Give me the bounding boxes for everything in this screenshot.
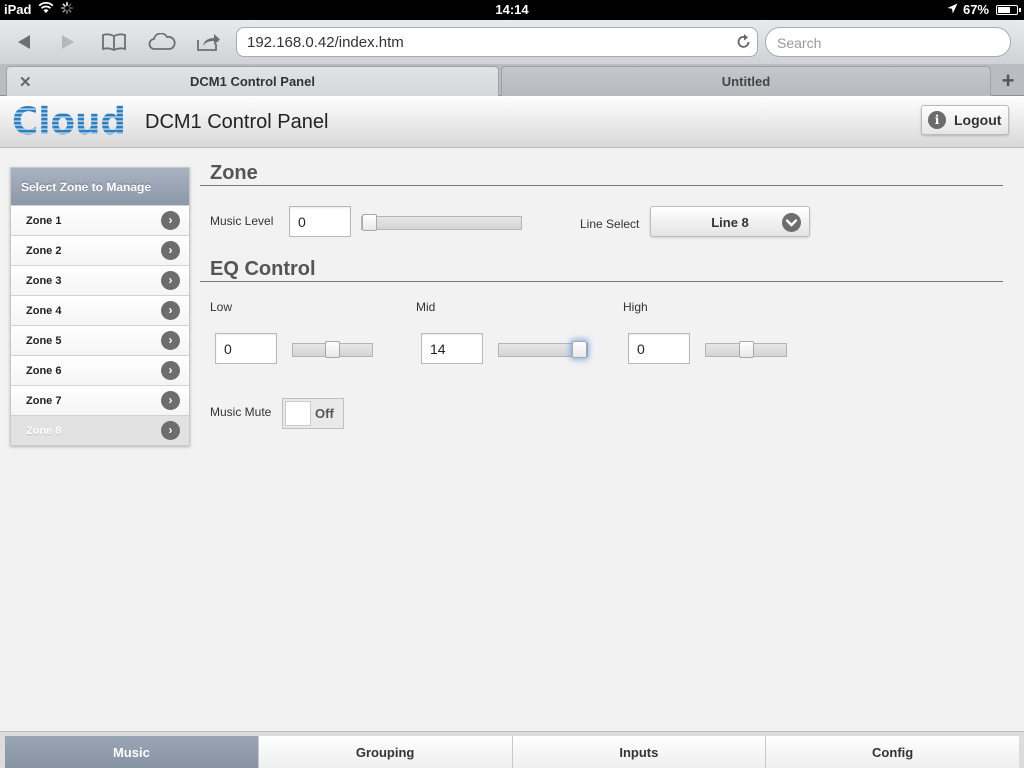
sidebar-item-zone-2[interactable]: Zone 2 › <box>11 235 189 265</box>
eq-low-label: Low <box>210 300 233 314</box>
eq-high-label: High <box>623 300 648 314</box>
tab-title: Untitled <box>721 74 771 89</box>
tab-music[interactable]: Music <box>5 736 258 768</box>
chevron-right-icon: › <box>161 331 180 350</box>
slider-thumb[interactable] <box>572 341 587 358</box>
search-field[interactable]: Search <box>765 27 1011 57</box>
zone-label: Zone 1 <box>26 215 62 227</box>
eq-low-slider[interactable] <box>292 341 373 358</box>
music-level-input[interactable]: 0 <box>289 206 351 237</box>
zone-label: Zone 5 <box>26 335 62 347</box>
zone-label: Zone 4 <box>26 305 62 317</box>
bottom-nav: Music Grouping Inputs Config <box>0 731 1024 768</box>
zone-sidebar: Select Zone to Manage Zone 1 › Zone 2 › Zo… <box>10 167 190 446</box>
music-mute-toggle[interactable]: Off <box>282 398 344 429</box>
zone-section-divider <box>200 185 1003 186</box>
share-icon[interactable] <box>193 26 225 58</box>
chevron-down-icon <box>782 213 801 232</box>
sidebar-item-zone-1[interactable]: Zone 1 › <box>11 205 189 235</box>
svg-text:Cloud: Cloud <box>12 102 126 142</box>
sidebar-item-zone-3[interactable]: Zone 3 › <box>11 265 189 295</box>
back-arrow-icon[interactable] <box>8 26 40 58</box>
eq-mid-input[interactable]: 14 <box>421 333 483 364</box>
search-placeholder: Search <box>777 35 822 51</box>
app-header: Cloud DCM1 Control Panel i Logout <box>0 96 1024 148</box>
bookmarks-book-icon[interactable] <box>98 26 130 58</box>
chevron-right-icon: › <box>161 391 180 410</box>
eq-section-divider <box>200 281 1003 282</box>
line-select-dropdown[interactable]: Line 8 <box>650 206 810 237</box>
forward-arrow-icon[interactable] <box>52 26 84 58</box>
zone-section-title: Zone <box>210 162 258 184</box>
battery-icon <box>996 4 1021 15</box>
chevron-right-icon: › <box>161 361 180 380</box>
zone-label: Zone 7 <box>26 395 62 407</box>
toggle-state: Off <box>315 406 334 421</box>
zone-label: Zone 8 <box>26 425 62 437</box>
location-arrow-icon <box>947 2 958 17</box>
logout-label: Logout <box>954 112 1002 128</box>
slider-thumb[interactable] <box>739 341 754 358</box>
logout-button[interactable]: i Logout <box>921 105 1009 135</box>
battery-percent: 67% <box>962 2 989 17</box>
tab-untitled[interactable]: Untitled <box>501 66 991 96</box>
music-level-label: Music Level <box>210 214 274 228</box>
status-bar: iPad 14:14 67% <box>0 0 1024 20</box>
cloud-logo: Cloud <box>10 100 128 143</box>
slider-thumb[interactable] <box>362 214 377 231</box>
chevron-right-icon: › <box>161 271 180 290</box>
new-tab-plus-icon[interactable]: + <box>994 67 1022 95</box>
line-select-label: Line Select <box>580 217 640 231</box>
chevron-right-icon: › <box>161 301 180 320</box>
eq-section-title: EQ Control <box>210 258 316 280</box>
cloud-tabs-icon[interactable] <box>146 26 178 58</box>
music-level-slider[interactable] <box>361 214 522 231</box>
page-title: DCM1 Control Panel <box>145 111 329 133</box>
sidebar-item-zone-6[interactable]: Zone 6 › <box>11 355 189 385</box>
chevron-right-icon: › <box>161 211 180 230</box>
url-field[interactable]: 192.168.0.42/index.htm <box>236 27 758 57</box>
eq-high-slider[interactable] <box>705 341 787 358</box>
url-text: 192.168.0.42/index.htm <box>247 34 404 51</box>
reload-icon[interactable] <box>737 33 751 53</box>
tab-inputs[interactable]: Inputs <box>511 736 766 768</box>
chevron-right-icon: › <box>161 421 180 440</box>
sidebar-item-zone-8[interactable]: Zone 8 › <box>11 415 189 445</box>
eq-high-input[interactable]: 0 <box>628 333 690 364</box>
music-mute-label: Music Mute <box>210 405 272 419</box>
zone-label: Zone 2 <box>26 245 62 257</box>
info-icon: i <box>928 111 946 129</box>
eq-mid-slider[interactable] <box>498 341 588 358</box>
sidebar-item-zone-4[interactable]: Zone 4 › <box>11 295 189 325</box>
toggle-knob <box>285 401 311 426</box>
tab-config[interactable]: Config <box>765 736 1019 768</box>
eq-mid-label: Mid <box>416 300 436 314</box>
tab-grouping[interactable]: Grouping <box>257 736 512 768</box>
close-tab-icon[interactable]: ✕ <box>19 73 32 91</box>
chevron-right-icon: › <box>161 241 180 260</box>
eq-low-input[interactable]: 0 <box>215 333 277 364</box>
slider-thumb[interactable] <box>325 341 340 358</box>
status-time: 14:14 <box>495 2 529 17</box>
tab-title: DCM1 Control Panel <box>190 74 315 89</box>
browser-toolbar: 192.168.0.42/index.htm Search <box>0 20 1024 64</box>
sidebar-item-zone-5[interactable]: Zone 5 › <box>11 325 189 355</box>
line-select-value: Line 8 <box>711 215 749 230</box>
zone-label: Zone 3 <box>26 275 62 287</box>
sidebar-heading: Select Zone to Manage <box>11 168 189 205</box>
zone-label: Zone 6 <box>26 365 62 377</box>
tab-dcm1-control-panel[interactable]: ✕ DCM1 Control Panel <box>6 66 499 96</box>
browser-tab-strip: ✕ DCM1 Control Panel Untitled + <box>0 64 1024 96</box>
sidebar-item-zone-7[interactable]: Zone 7 › <box>11 385 189 415</box>
